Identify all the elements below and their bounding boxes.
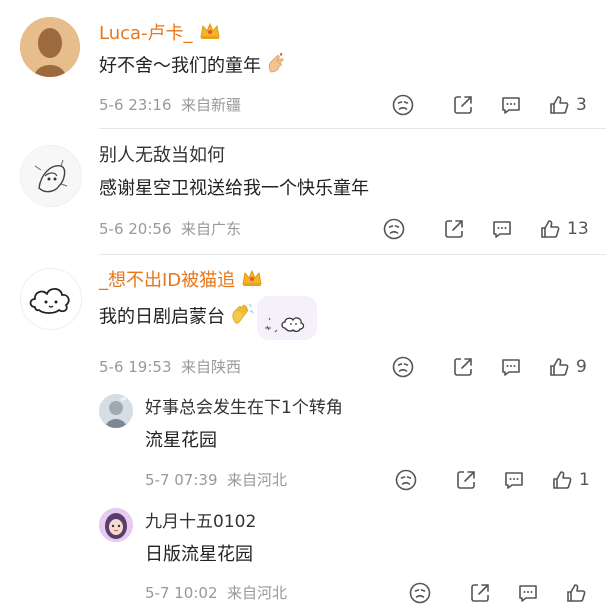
dislike-button[interactable] (395, 469, 417, 491)
comment-bubble-icon (519, 585, 537, 602)
timestamp: 5-6 20:56 (99, 220, 172, 238)
dislike-button[interactable] (392, 94, 414, 116)
thumbs-up-icon (567, 584, 586, 602)
timestamp: 5-6 19:53 (99, 358, 172, 376)
reply-button[interactable] (517, 582, 539, 604)
timestamp: 5-7 07:39 (145, 471, 218, 489)
like-button[interactable]: 3 (548, 94, 587, 116)
reply-button[interactable] (491, 218, 513, 240)
comment-text: 日版流星花园 (145, 543, 253, 567)
share-button[interactable] (469, 582, 491, 604)
comment-bubble-icon (493, 221, 511, 238)
comment-meta: 5-7 07:39 来自河北 (145, 471, 287, 489)
share-button[interactable] (452, 94, 474, 116)
share-button[interactable] (443, 218, 465, 240)
thumbs-up-icon (553, 471, 572, 489)
crown-icon (199, 22, 221, 46)
comment-meta: 5-6 19:53 来自陕西 (99, 358, 241, 376)
comment-text-content: 我的日剧启蒙台 (99, 306, 225, 328)
thumbs-up-icon (550, 358, 569, 376)
reply-button[interactable] (500, 356, 522, 378)
share-button[interactable] (452, 356, 474, 378)
location: 来自河北 (227, 584, 288, 602)
like-count: 9 (576, 357, 587, 377)
reply-button[interactable] (503, 469, 525, 491)
dislike-button[interactable] (392, 356, 414, 378)
location: 来自陕西 (181, 358, 242, 376)
share-button[interactable] (455, 469, 477, 491)
like-button[interactable] (565, 582, 593, 604)
username[interactable]: 好事总会发生在下1个转角 (145, 397, 343, 419)
frown-face-icon (383, 218, 405, 240)
share-icon (454, 358, 472, 376)
comment-text-content: 好不舍～我们的童年 (99, 55, 261, 77)
like-count: 3 (576, 95, 587, 115)
username-text[interactable]: 别人无敌当如何 (99, 145, 225, 166)
crown-icon (241, 269, 263, 293)
comment-text-content: 日版流星花园 (145, 544, 253, 565)
divider (99, 128, 606, 129)
username-text[interactable]: 九月十五0102 (145, 512, 256, 532)
comment-meta: 5-6 20:56 来自广东 (99, 220, 241, 238)
frown-face-icon (395, 469, 417, 491)
share-icon (454, 96, 472, 114)
frown-face-icon (409, 582, 431, 604)
avatar[interactable] (20, 268, 82, 330)
username-text[interactable]: 好事总会发生在下1个转角 (145, 398, 343, 418)
dislike-button[interactable] (409, 582, 431, 604)
share-icon (445, 220, 463, 238)
waving-hand-emoji (229, 301, 255, 334)
comment-text: 流星花园 (145, 429, 217, 453)
avatar[interactable] (20, 17, 80, 77)
timestamp: 5-6 23:16 (99, 96, 172, 114)
like-count: 1 (579, 470, 590, 490)
comment-meta: 5-7 10:02 来自河北 (145, 584, 287, 602)
frown-face-icon (392, 94, 414, 116)
share-icon (471, 584, 489, 602)
cloud-sticker (255, 294, 319, 342)
thumbs-up-icon (541, 220, 560, 238)
username[interactable]: 别人无敌当如何 (99, 145, 225, 167)
reply-button[interactable] (500, 94, 522, 116)
username-text[interactable]: Luca-卢卡_ (99, 23, 193, 44)
dislike-button[interactable] (383, 218, 405, 240)
comment-text-content: 流星花园 (145, 430, 217, 451)
avatar[interactable] (99, 394, 133, 428)
like-count: 13 (567, 219, 589, 239)
frown-face-icon (392, 356, 414, 378)
avatar[interactable] (99, 508, 133, 542)
location: 来自河北 (227, 471, 288, 489)
location: 来自新疆 (181, 96, 242, 114)
comment-text: 好不舍～我们的童年 (99, 52, 287, 81)
username[interactable]: _想不出ID被猫追 (99, 269, 263, 293)
comment-text-content: 感谢星空卫视送给我一个快乐童年 (99, 178, 369, 199)
comment-text: 我的日剧启蒙台 (99, 301, 255, 334)
avatar[interactable] (20, 145, 82, 207)
like-button[interactable]: 1 (551, 469, 590, 491)
thumbs-up-icon (550, 96, 569, 114)
username[interactable]: 九月十五0102 (145, 511, 256, 533)
comment-bubble-icon (502, 97, 520, 114)
comment-bubble-icon (505, 472, 523, 489)
timestamp: 5-7 10:02 (145, 584, 218, 602)
finger-heart-emoji (265, 52, 287, 81)
comment-meta: 5-6 23:16 来自新疆 (99, 96, 241, 114)
share-icon (457, 471, 475, 489)
like-button[interactable]: 13 (539, 218, 589, 240)
comment-text: 感谢星空卫视送给我一个快乐童年 (99, 177, 369, 201)
username[interactable]: Luca-卢卡_ (99, 22, 221, 46)
like-button[interactable]: 9 (548, 356, 587, 378)
comment-bubble-icon (502, 359, 520, 376)
location: 来自广东 (181, 220, 242, 238)
username-text[interactable]: _想不出ID被猫追 (99, 270, 235, 291)
divider (99, 254, 606, 255)
